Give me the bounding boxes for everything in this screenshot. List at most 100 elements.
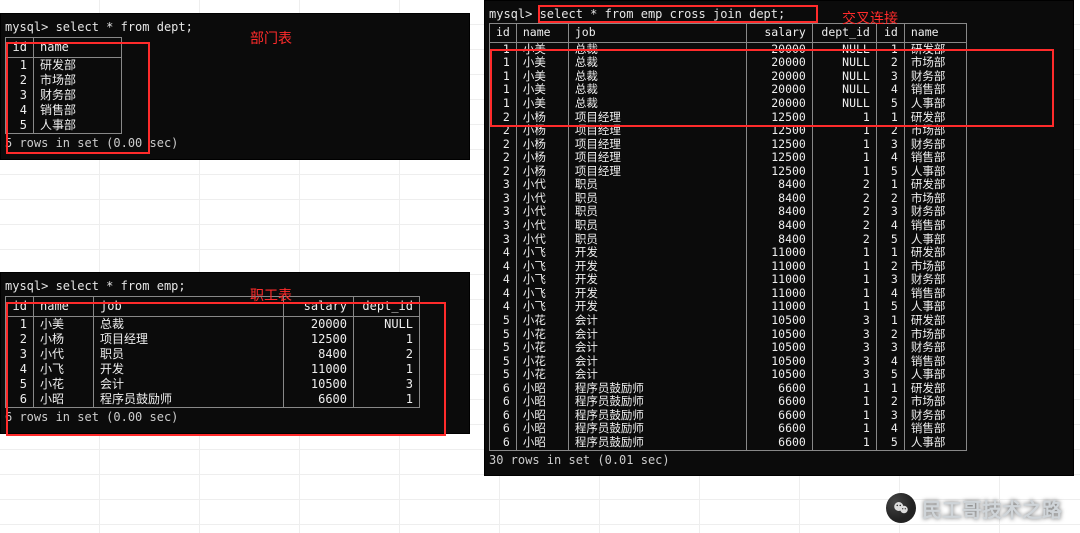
table-row: 3小代职员840025人事部 [490, 233, 967, 247]
cell: 8400 [746, 192, 812, 206]
cell: 5 [490, 328, 517, 342]
cell: 11000 [746, 246, 812, 260]
cell: 4 [876, 83, 904, 97]
cell: 10500 [746, 355, 812, 369]
cell: 6 [6, 392, 34, 408]
cell: 财务部 [904, 205, 966, 219]
cell: NULL [354, 317, 420, 333]
cell: 项目经理 [568, 165, 746, 179]
terminal-cross: mysql> select * from emp cross join dept… [484, 0, 1074, 476]
cell: 小飞 [516, 246, 568, 260]
table-row: 1小美总裁20000NULL1研发部 [490, 42, 967, 56]
cell: 6 [490, 436, 517, 450]
table-row: 2小杨项目经理1250011研发部 [490, 111, 967, 125]
table-row: 3小代职员840023财务部 [490, 205, 967, 219]
col-name: name [34, 38, 122, 58]
cell: NULL [812, 42, 876, 56]
table-row: 1小美总裁20000NULL5人事部 [490, 97, 967, 111]
label-dept: 部门表 [250, 28, 292, 48]
cell: 总裁 [568, 83, 746, 97]
cell: 人事部 [904, 436, 966, 450]
cell: 2 [490, 124, 517, 138]
cell: 研发部 [904, 111, 966, 125]
cell: 小飞 [34, 362, 94, 377]
cell: 1 [354, 392, 420, 408]
cell: 2 [354, 347, 420, 362]
col-id: id [6, 38, 34, 58]
cell: 4 [876, 151, 904, 165]
cell: 2 [812, 219, 876, 233]
table-header: id name [6, 38, 122, 58]
cell: 8400 [746, 178, 812, 192]
table-row: 6小昭程序员鼓励师660011研发部 [490, 382, 967, 396]
cell: 会计 [568, 341, 746, 355]
cell: 小代 [516, 219, 568, 233]
col-salary: salary [284, 297, 354, 317]
cell: 1 [812, 300, 876, 314]
cell: 10500 [746, 341, 812, 355]
cell: 8400 [746, 233, 812, 247]
table-row: 4小飞开发1100014销售部 [490, 287, 967, 301]
table-row: 4小飞开发1100011研发部 [490, 246, 967, 260]
cell: 3 [876, 273, 904, 287]
mysql-prompt: mysql> [489, 7, 540, 21]
cell: 1 [876, 246, 904, 260]
cross-table: id name job salary dept_id id name 1小美总裁… [489, 23, 967, 450]
cell: 1 [490, 83, 517, 97]
table-row: 4销售部 [6, 103, 122, 118]
cell: 2 [876, 56, 904, 70]
cell: 6600 [746, 382, 812, 396]
cell: 小美 [516, 42, 568, 56]
cell: 研发部 [904, 314, 966, 328]
dept-query: select * from dept; [56, 20, 193, 34]
table-row: 1小美总裁20000NULL2市场部 [490, 56, 967, 70]
table-row: 5小花会计1050031研发部 [490, 314, 967, 328]
cell: 11000 [746, 260, 812, 274]
cell: 2 [812, 233, 876, 247]
cell: 销售部 [34, 103, 122, 118]
table-row: 4小飞开发1100013财务部 [490, 273, 967, 287]
cell: 1 [812, 395, 876, 409]
cell: 11000 [746, 300, 812, 314]
cell: 程序员鼓励师 [568, 382, 746, 396]
cell: 10500 [746, 328, 812, 342]
dept-table: id name 1研发部2市场部3财务部4销售部5人事部 [5, 37, 122, 134]
cell: 1 [812, 382, 876, 396]
cell: 人事部 [904, 368, 966, 382]
cell: 小昭 [516, 422, 568, 436]
cell: 3 [490, 192, 517, 206]
cell: 12500 [746, 165, 812, 179]
cell: 总裁 [568, 70, 746, 84]
cell: 开发 [568, 260, 746, 274]
cell: 开发 [568, 287, 746, 301]
mysql-prompt: mysql> [5, 279, 56, 293]
cell: 4 [876, 287, 904, 301]
cell: 5 [490, 368, 517, 382]
cell: 12500 [746, 124, 812, 138]
rows-footer: 30 rows in set (0.01 sec) [489, 453, 1069, 467]
cell: 销售部 [904, 151, 966, 165]
cell: 2 [490, 165, 517, 179]
cell: 1 [812, 287, 876, 301]
terminal-dept: mysql> select * from dept; id name 1研发部2… [0, 13, 470, 160]
cell: 3 [812, 328, 876, 342]
table-row: 5小花会计1050033财务部 [490, 341, 967, 355]
col-salary: salary [746, 24, 812, 43]
cell: 20000 [746, 70, 812, 84]
cell: 市场部 [904, 328, 966, 342]
cell: 市场部 [904, 260, 966, 274]
cell: 研发部 [34, 58, 122, 74]
cell: 开发 [568, 273, 746, 287]
label-emp: 职工表 [250, 285, 292, 305]
cell: 小代 [516, 233, 568, 247]
table-row: 6小昭程序员鼓励师660014销售部 [490, 422, 967, 436]
cell: 程序员鼓励师 [94, 392, 284, 408]
cell: 1 [490, 56, 517, 70]
cell: 财务部 [904, 409, 966, 423]
cell: 3 [354, 377, 420, 392]
cell: 开发 [568, 300, 746, 314]
cell: 会计 [568, 355, 746, 369]
cell: 小美 [516, 70, 568, 84]
cell: 8400 [284, 347, 354, 362]
cell: 8400 [746, 219, 812, 233]
